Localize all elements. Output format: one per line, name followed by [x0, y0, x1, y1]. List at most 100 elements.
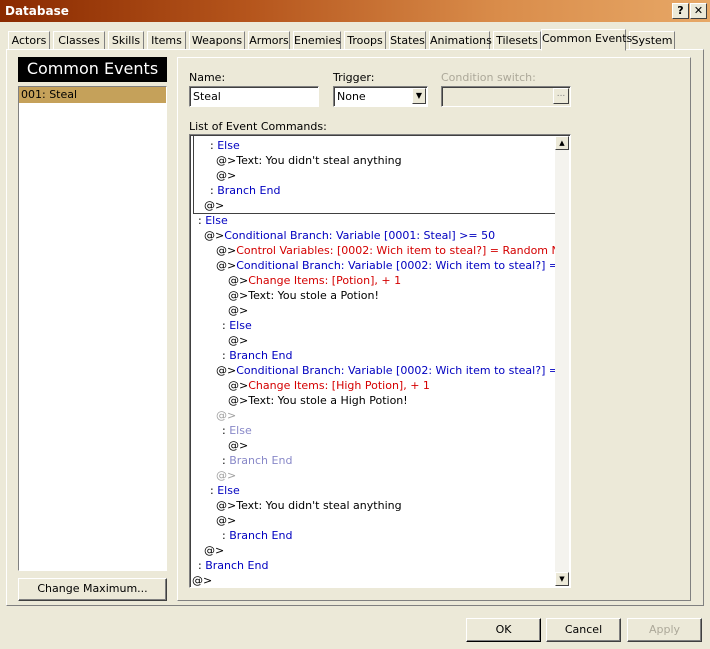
tab-classes[interactable]: Classes	[53, 31, 105, 50]
command-text: Branch End	[229, 349, 293, 362]
command-line[interactable]: @>	[192, 573, 213, 587]
command-prefix: @>	[228, 289, 249, 302]
command-text: Else	[229, 424, 252, 437]
command-text: Branch End	[229, 529, 293, 542]
command-text: Branch End	[205, 559, 269, 572]
command-text: Else	[205, 214, 228, 227]
tab-system[interactable]: System	[629, 31, 675, 50]
command-line[interactable]: : Branch End	[198, 558, 268, 573]
command-line[interactable]: @>	[228, 438, 248, 453]
list-label: List of Event Commands:	[189, 120, 327, 133]
command-prefix: @>	[216, 514, 237, 527]
command-line[interactable]: : Branch End	[222, 453, 292, 468]
command-line[interactable]: : Branch End	[222, 348, 292, 363]
close-button[interactable]: ✕	[690, 3, 707, 19]
command-line[interactable]: @>Text: You stole a Potion!	[228, 288, 379, 303]
command-text: Change Items: [Potion], + 1	[248, 274, 402, 287]
command-text: Control Variables: [0002: Wich item to s…	[236, 244, 571, 257]
command-prefix: @>	[204, 199, 225, 212]
tab-common-events[interactable]: Common Events	[541, 29, 632, 51]
command-lines: : Else @>Text: You didn't steal anything @…	[190, 135, 570, 587]
command-text: Else	[217, 139, 240, 152]
command-prefix: @>	[216, 259, 237, 272]
command-text: Conditional Branch: Variable [0001: Stea…	[224, 229, 496, 242]
help-button[interactable]: ?	[672, 3, 689, 19]
command-prefix: @>	[216, 244, 237, 257]
change-maximum-button[interactable]: Change Maximum...	[18, 578, 167, 601]
scrollbar[interactable]: ▲ ▼	[555, 136, 569, 586]
command-line[interactable]: @>Text: You didn't steal anything	[216, 498, 402, 513]
command-line[interactable]: @>Change Items: [High Potion], + 1	[228, 378, 430, 393]
command-line[interactable]: @>	[216, 513, 236, 528]
command-line[interactable]: @>Conditional Branch: Variable [0002: Wi…	[216, 363, 570, 378]
tab-actors[interactable]: Actors	[8, 31, 50, 50]
command-text: Else	[229, 319, 252, 332]
scroll-up-icon[interactable]: ▲	[555, 136, 569, 150]
window-title-bar[interactable]: Database	[0, 0, 710, 22]
command-line[interactable]: @>	[228, 303, 248, 318]
tab-tilesets[interactable]: Tilesets	[493, 31, 541, 50]
name-label: Name:	[189, 71, 226, 84]
trigger-label: Trigger:	[333, 71, 375, 84]
command-prefix: @>	[192, 574, 213, 587]
command-line[interactable]: @>Control Variables: [0002: Wich item to…	[216, 243, 571, 258]
command-text: Conditional Branch: Variable [0002: Wich…	[236, 259, 571, 272]
command-prefix: @>	[228, 304, 249, 317]
tab-states[interactable]: States	[389, 31, 426, 50]
command-text: Text: You didn't steal anything	[236, 499, 402, 512]
command-prefix: @>	[216, 364, 237, 377]
command-prefix: @>	[216, 499, 237, 512]
list-item[interactable]: 001: Steal	[19, 87, 166, 103]
command-line[interactable]: @>	[216, 468, 236, 483]
command-text: Else	[217, 484, 240, 497]
command-line[interactable]: : Else	[198, 213, 228, 228]
command-line[interactable]: @>Text: You didn't steal anything	[216, 153, 402, 168]
tab-skills[interactable]: Skills	[108, 31, 144, 50]
command-prefix: @>	[228, 274, 249, 287]
command-line[interactable]: @>	[216, 168, 236, 183]
tab-enemies[interactable]: Enemies	[293, 31, 341, 50]
chevron-down-icon[interactable]: ▼	[412, 88, 426, 104]
ok-button[interactable]: OK	[466, 618, 541, 642]
command-text: Text: You didn't steal anything	[236, 154, 402, 167]
trigger-value: None	[337, 90, 366, 103]
command-line[interactable]: : Else	[210, 138, 240, 153]
command-prefix: @>	[216, 154, 237, 167]
cancel-button[interactable]: Cancel	[546, 618, 621, 642]
command-prefix: @>	[216, 169, 237, 182]
command-text: Change Items: [High Potion], + 1	[248, 379, 430, 392]
command-prefix: @>	[204, 229, 225, 242]
command-line[interactable]: @>Text: You stole a High Potion!	[228, 393, 408, 408]
window-title: Database	[5, 4, 69, 18]
ellipsis-button: ...	[553, 88, 569, 104]
command-text: Branch End	[217, 184, 281, 197]
command-line[interactable]: @>Conditional Branch: Variable [0002: Wi…	[216, 258, 571, 273]
command-text: Text: You stole a High Potion!	[248, 394, 408, 407]
command-line[interactable]: : Branch End	[222, 528, 292, 543]
tab-items[interactable]: Items	[147, 31, 186, 50]
command-line[interactable]: : Else	[222, 423, 252, 438]
command-text: Branch End	[229, 454, 293, 467]
tab-animations[interactable]: Animations	[429, 31, 492, 50]
command-line[interactable]: @>	[204, 198, 224, 213]
command-line[interactable]: : Else	[222, 318, 252, 333]
scroll-down-icon[interactable]: ▼	[555, 572, 569, 586]
command-text: Text: You stole a Potion!	[248, 289, 379, 302]
command-line[interactable]: @>Conditional Branch: Variable [0001: St…	[204, 228, 495, 243]
name-field[interactable]: Steal	[189, 86, 319, 107]
trigger-select[interactable]: None ▼	[333, 86, 428, 107]
command-line[interactable]: : Branch End	[210, 183, 280, 198]
command-line[interactable]: @>	[204, 543, 224, 558]
common-events-list[interactable]: 001: Steal	[18, 86, 167, 571]
command-line[interactable]: : Else	[210, 483, 240, 498]
tab-troops[interactable]: Troops	[344, 31, 386, 50]
command-prefix: @>	[216, 469, 237, 482]
command-line[interactable]: @>Change Items: [Potion], + 1	[228, 273, 401, 288]
command-line[interactable]: @>	[228, 333, 248, 348]
command-prefix: @>	[228, 379, 249, 392]
apply-button: Apply	[627, 618, 702, 642]
event-command-list[interactable]: : Else @>Text: You didn't steal anything @…	[189, 134, 571, 588]
tab-weapons[interactable]: Weapons	[189, 31, 245, 50]
command-line[interactable]: @>	[216, 408, 236, 423]
tab-armors[interactable]: Armors	[248, 31, 290, 50]
